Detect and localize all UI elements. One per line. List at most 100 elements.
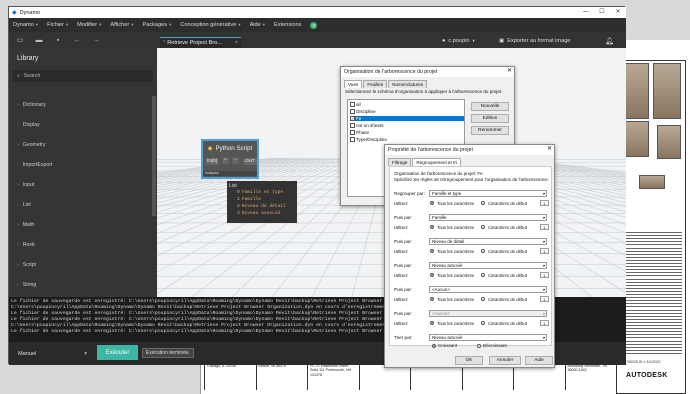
checkbox[interactable] — [350, 137, 355, 142]
minimize-icon[interactable]: — — [579, 7, 593, 18]
checkbox[interactable] — [350, 109, 355, 114]
library-item-list[interactable]: › List — [17, 202, 31, 208]
character-count-stepper[interactable]: 1 — [539, 296, 549, 302]
library-item-importexport[interactable]: › ImportExport — [17, 162, 52, 168]
tab-vues[interactable]: Vues — [344, 80, 363, 88]
library-item-script[interactable]: › Script — [17, 262, 36, 268]
tab-feuilles[interactable]: Feuilles — [363, 80, 388, 88]
menu-packages[interactable]: Packages ▾ — [142, 22, 171, 28]
list-item[interactable]: all — [350, 102, 361, 107]
radio-all-characters[interactable] — [430, 225, 434, 229]
run-mode-select[interactable]: Manuel ▾ — [15, 348, 90, 360]
radio-all-characters[interactable] — [430, 273, 434, 277]
close-icon[interactable]: ✕ — [547, 145, 552, 152]
library-item-dictionary[interactable]: › Dictionary — [17, 102, 46, 108]
undo-icon[interactable]: ← — [72, 37, 82, 44]
node-preview-label: Analyseur — [203, 171, 257, 176]
menu-modifier[interactable]: Modifier ▾ — [77, 22, 101, 28]
radio-first-characters[interactable] — [481, 273, 486, 277]
radio-first-characters[interactable] — [481, 249, 486, 253]
checkbox[interactable] — [350, 123, 355, 128]
radio-first-characters[interactable] — [481, 201, 486, 205]
radio-all-characters[interactable] — [430, 201, 434, 205]
group-by-select[interactable]: <Aucun> ▾ — [429, 286, 547, 293]
node-output-preview[interactable]: List 0 Famille et type 1 Famille 2 Niveau d… — [227, 181, 297, 223]
library-item-string[interactable]: › String — [17, 282, 36, 288]
maximize-icon[interactable]: ☐ — [595, 7, 609, 18]
input-port[interactable]: IN[0] — [205, 158, 220, 165]
open-folder-icon[interactable]: ▬ — [34, 37, 44, 44]
rename-button[interactable]: Renommer — [471, 126, 509, 135]
close-icon[interactable]: ✕ — [507, 67, 512, 74]
list-item[interactable]: Discipline — [350, 109, 376, 114]
library-item-geometry[interactable]: › Geometry — [17, 142, 46, 148]
notification-bell-icon[interactable]: 🔔︎ — [605, 37, 614, 45]
library-item-revit[interactable]: › Revit — [17, 242, 35, 248]
tab-filtrage[interactable]: Filtrage — [388, 158, 412, 166]
group-by-select[interactable]: Niveau de détail ▾ — [429, 238, 547, 245]
checkbox-checked[interactable]: ✓ — [350, 116, 355, 121]
checkbox[interactable] — [350, 130, 355, 135]
run-button[interactable]: Exécuter — [97, 345, 138, 360]
sort-by-select[interactable]: Niveau associé ▾ — [429, 334, 547, 341]
list-item-selected[interactable]: ✓ Fe — [350, 116, 464, 121]
remove-port-button[interactable]: − — [232, 157, 239, 164]
extension-badge[interactable]: S — [310, 21, 318, 29]
python-node-header[interactable]: ◆ Python Script — [203, 141, 257, 155]
character-count-stepper[interactable]: 1 — [539, 272, 549, 278]
cancel-button[interactable]: Annuler — [489, 356, 521, 365]
list-item[interactable]: not on sheets — [350, 123, 384, 128]
tab-regroupement[interactable]: Regroupement et tri — [412, 158, 461, 166]
tab-close-icon[interactable]: × — [235, 40, 238, 46]
redo-icon[interactable]: → — [91, 37, 101, 44]
output-port[interactable]: OUT — [243, 158, 258, 165]
radio-first-characters[interactable] — [481, 321, 486, 325]
group-by-select[interactable]: Famille et type ▾ — [429, 190, 547, 197]
library-item-math[interactable]: › Math — [17, 222, 34, 228]
new-file-icon[interactable]: ▭ — [15, 36, 25, 44]
schedule-row-line — [626, 278, 682, 280]
new-button[interactable]: Nouvelle — [471, 102, 509, 111]
list-item[interactable]: Type/Discipline — [350, 137, 387, 142]
save-icon[interactable]: ▪ — [53, 37, 63, 44]
schedule-row-line — [626, 266, 682, 268]
export-image-button[interactable]: ▣ Exporter au format image — [499, 38, 570, 44]
radio-all-characters[interactable] — [430, 321, 434, 325]
library-item-display[interactable]: › Display — [17, 122, 40, 128]
radio-first-characters[interactable] — [481, 225, 486, 229]
radio-ascending[interactable] — [432, 343, 436, 348]
library-search-input[interactable]: ⌕ Search — [13, 70, 153, 82]
library-scrollbar[interactable] — [152, 96, 156, 216]
checkbox[interactable] — [350, 102, 355, 107]
character-count-stepper[interactable]: 1 — [539, 224, 549, 230]
list-item[interactable]: Phase — [350, 130, 369, 135]
character-count-stepper[interactable]: 1 — [539, 248, 549, 254]
radio-first-characters[interactable] — [481, 297, 486, 301]
python-script-node[interactable]: ◆ Python Script IN[0] + − OUT Analyseur — [201, 139, 259, 179]
group-by-select[interactable]: <Aucun> ▾ — [429, 310, 547, 317]
character-count-stepper[interactable]: 1 — [539, 320, 549, 326]
ok-button[interactable]: OK — [455, 356, 483, 365]
menu-aide[interactable]: Aide ▾ — [250, 22, 265, 28]
edit-button[interactable]: Edition — [471, 114, 509, 123]
menu-conception-generative[interactable]: Conception générative ▾ — [180, 22, 240, 28]
menu-afficher[interactable]: Afficher ▾ — [110, 22, 133, 28]
add-port-button[interactable]: + — [222, 157, 229, 164]
character-count-stepper[interactable]: 1 — [539, 200, 549, 206]
chevron-down-icon: ▾ — [542, 239, 545, 244]
menu-fichier[interactable]: Fichier ▾ — [47, 22, 68, 28]
tab-workspace[interactable]: * Retrieve Project Bro... × — [160, 37, 241, 48]
library-item-input[interactable]: › Input — [17, 182, 34, 188]
menu-dynamo[interactable]: Dynamo ▾ — [13, 22, 38, 28]
close-icon[interactable]: ✕ — [611, 7, 625, 18]
tab-nomenclatures[interactable]: Nomenclatures — [388, 80, 428, 88]
group-by-select[interactable]: Famille ▾ — [429, 214, 547, 221]
radio-all-characters[interactable] — [430, 297, 434, 301]
user-account[interactable]: ● c.poupin ▾ — [442, 38, 475, 44]
menu-extensions[interactable]: Extensions — [274, 22, 301, 28]
radio-all-characters[interactable] — [430, 249, 434, 253]
library-title: Library — [17, 55, 39, 62]
radio-descending[interactable] — [477, 343, 482, 348]
help-button[interactable]: Aide — [525, 356, 553, 365]
group-by-select[interactable]: Niveau associé ▾ — [429, 262, 547, 269]
